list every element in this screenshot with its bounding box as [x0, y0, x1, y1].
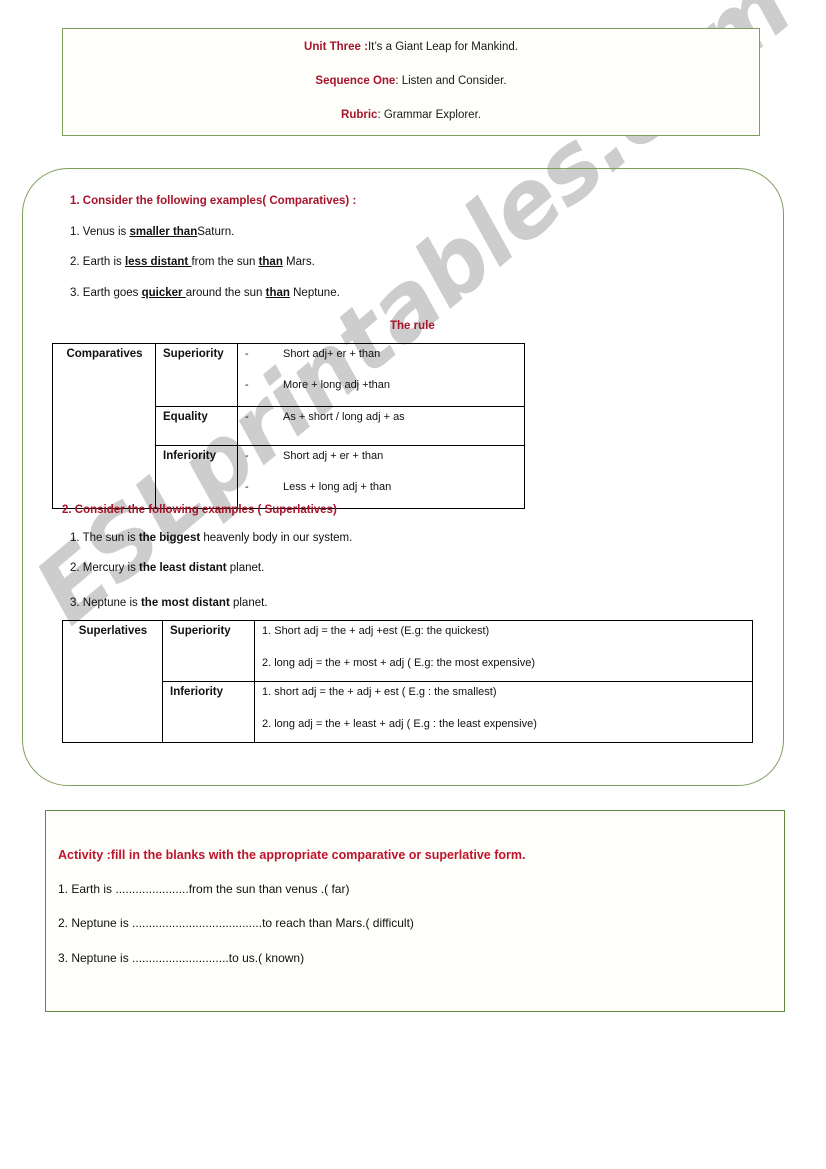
rule-text: Short adj+ er + than [283, 348, 381, 360]
superlatives-example-1: 1. The sun is the biggest heavenly body … [70, 532, 352, 544]
activity-item-1: 1. Earth is ......................from t… [58, 882, 350, 896]
comparatives-example-2: 2. Earth is less distant from the sun th… [70, 256, 315, 268]
example-suffix: heavenly body in our system. [200, 532, 353, 544]
comparatives-rules-inferiority: - Short adj + er + than - Less + long adj … [237, 445, 525, 509]
example-suffix: Saturn. [197, 226, 235, 238]
example-prefix: 3. Neptune is [70, 597, 141, 609]
example-emphasis: less distant [124, 256, 192, 268]
superlatives-heading: 2. Consider the following examples ( Sup… [62, 504, 337, 516]
example-prefix: 2. Earth is [70, 256, 125, 268]
rule-text: As + short / long adj + as [283, 411, 405, 423]
dash-bullet: - [245, 411, 249, 423]
example-prefix: 2. Mercury is [70, 562, 140, 574]
comparatives-label-cell: Comparatives [52, 343, 156, 509]
example-suffix: Mars. [282, 256, 315, 268]
rule-line: 1. Short adj = the + adj +est (E.g: the … [262, 625, 490, 637]
comparatives-type-equality: Equality [155, 406, 238, 446]
table-row: Superlatives Superiority 1. Short adj = … [62, 620, 753, 743]
rule-line: - Short adj + er + than [245, 450, 518, 462]
example-emphasis: the most distant [140, 597, 230, 609]
activity-item-2: 2. Neptune is ..........................… [58, 916, 414, 930]
dash-bullet: - [245, 481, 249, 493]
example-prefix: 1. The sun is [70, 532, 139, 544]
superlatives-label-cell: Superlatives [62, 620, 163, 743]
activity-title: Activity :fill in the blanks with the ap… [58, 848, 526, 862]
table-row: Comparatives Superiority - Short adj+ er … [52, 343, 525, 509]
example-prefix: 1. Venus is [70, 226, 130, 238]
dash-bullet: - [245, 450, 249, 462]
example-suffix: planet. [226, 562, 265, 574]
rule-title: The rule [390, 320, 435, 332]
rule-line: - As + short / long adj + as [245, 411, 518, 423]
superlatives-type-superiority: Superiority [162, 620, 255, 682]
rule-text: More + long adj +than [283, 379, 391, 391]
comparatives-type-superiority: Superiority [155, 343, 238, 407]
rule-text: Short adj + er + than [283, 450, 384, 462]
comparatives-example-1: 1. Venus is smaller thanSaturn. [70, 226, 234, 238]
dash-bullet: - [245, 348, 249, 360]
rule-text: Less + long adj + than [283, 481, 392, 493]
comparatives-rules-equality: - As + short / long adj + as [237, 406, 525, 446]
worksheet-page: Unit Three :It’s a Giant Leap for Mankin… [0, 0, 826, 1169]
table-row: Inferiority 1. short adj = the + adj + e… [63, 681, 753, 743]
content-layer: 1. Consider the following examples( Comp… [0, 0, 826, 1169]
comparatives-heading: 1. Consider the following examples( Comp… [70, 195, 357, 207]
rule-line: 1. short adj = the + adj + est ( E.g : t… [262, 686, 497, 698]
comparatives-example-3: 3. Earth goes quicker around the sun tha… [70, 287, 340, 299]
rule-line: - Short adj+ er + than [245, 348, 518, 360]
comparatives-rules-superiority: - Short adj+ er + than - More + long adj +… [237, 343, 525, 407]
superlatives-rules-inferiority: 1. short adj = the + adj + est ( E.g : t… [254, 681, 753, 743]
comparatives-table: Comparatives Superiority - Short adj+ er … [52, 343, 525, 509]
rule-line: 2. long adj = the + most + adj ( E.g: th… [262, 657, 536, 669]
example-emphasis: smaller than [129, 226, 198, 238]
comparatives-type-inferiority: Inferiority [155, 445, 238, 509]
example-emphasis-2: than [265, 287, 290, 299]
activity-item-3: 3. Neptune is ..........................… [58, 951, 305, 965]
superlatives-table: Superlatives Superiority 1. Short adj = … [62, 620, 753, 743]
superlatives-example-2: 2. Mercury is the least distant planet. [70, 562, 264, 574]
example-emphasis-2: than [258, 256, 283, 268]
example-emphasis: quicker [141, 287, 186, 299]
example-mid: from the sun [191, 256, 259, 268]
superlatives-example-3: 3. Neptune is the most distant planet. [70, 597, 268, 609]
example-suffix: Neptune. [289, 287, 340, 299]
rule-line: - More + long adj +than [245, 379, 518, 391]
rule-line: 2. long adj = the + least + adj ( E.g : … [262, 718, 537, 730]
example-emphasis: the least distant [139, 562, 227, 574]
rule-line: - Less + long adj + than [245, 481, 518, 493]
superlatives-rules-superiority: 1. Short adj = the + adj +est (E.g: the … [254, 620, 753, 682]
example-mid: around the sun [185, 287, 266, 299]
example-emphasis: the biggest [138, 532, 201, 544]
dash-bullet: - [245, 379, 249, 391]
example-suffix: planet. [229, 597, 268, 609]
example-prefix: 3. Earth goes [70, 287, 142, 299]
superlatives-type-inferiority: Inferiority [162, 681, 255, 743]
